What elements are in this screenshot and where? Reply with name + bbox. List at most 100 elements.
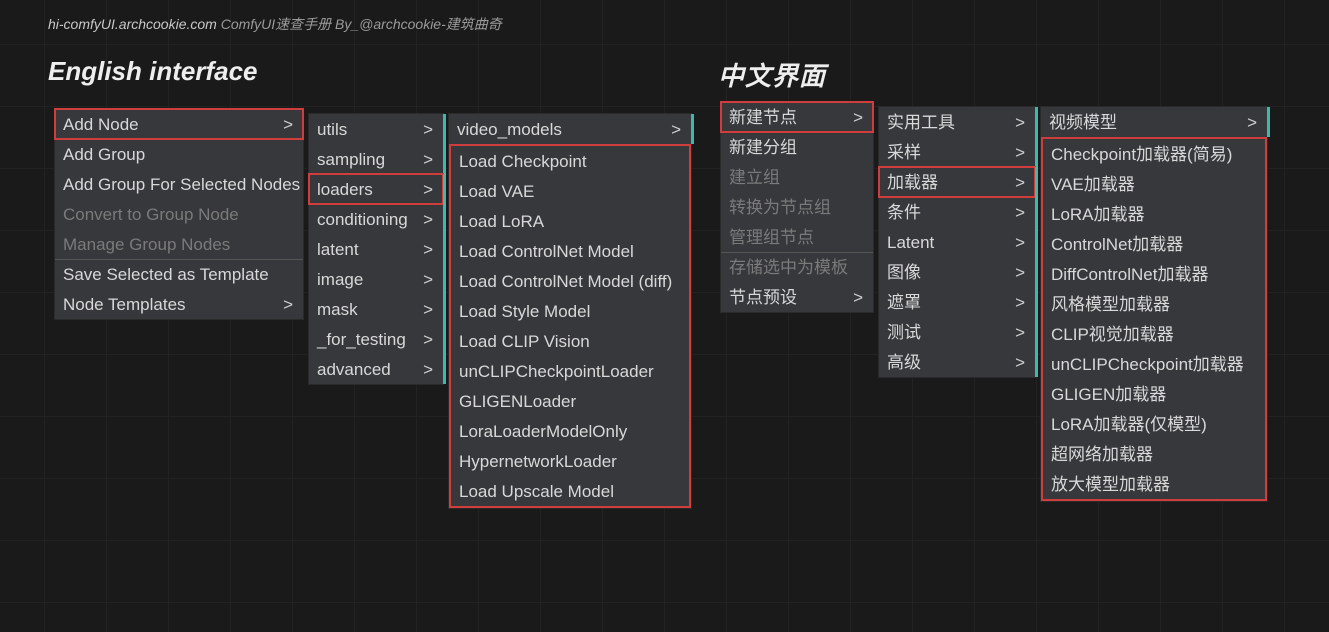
loader-item[interactable]: Load Style Model (451, 296, 689, 326)
loader-item[interactable]: Checkpoint加载器(简易) (1043, 139, 1265, 169)
loader-item[interactable]: Load VAE (451, 176, 689, 206)
menu-item-label: 新建分组 (729, 139, 797, 156)
loader-item[interactable]: Load Checkpoint (451, 146, 689, 176)
category-item[interactable]: _for_testing> (309, 324, 443, 354)
loader-item[interactable]: Load LoRA (451, 206, 689, 236)
chevron-right-icon: > (853, 109, 863, 126)
loader-item[interactable]: Load ControlNet Model (diff) (451, 266, 689, 296)
menu-item-label: 高级 (887, 354, 921, 371)
context-item[interactable]: Add Node> (55, 109, 303, 139)
chevron-right-icon: > (423, 211, 433, 228)
loader-item[interactable]: unCLIPCheckpoint加载器 (1043, 349, 1265, 379)
menu-item-label: image (317, 271, 363, 288)
menu-item-label: 条件 (887, 204, 921, 221)
category-item[interactable]: loaders> (309, 174, 443, 204)
menu-item-label: 风格模型加载器 (1051, 296, 1170, 313)
category-item[interactable]: Latent> (879, 227, 1035, 257)
loader-item[interactable]: VAE加载器 (1043, 169, 1265, 199)
chevron-right-icon: > (423, 301, 433, 318)
menu-item-label: 图像 (887, 264, 921, 281)
context-item[interactable]: Add Group (55, 139, 303, 169)
chevron-right-icon: > (1015, 204, 1025, 221)
submenu-header[interactable]: video_models> (449, 114, 691, 144)
loader-item[interactable]: LoRA加载器 (1043, 199, 1265, 229)
chevron-right-icon: > (1015, 264, 1025, 281)
chevron-right-icon: > (423, 151, 433, 168)
loader-item[interactable]: ControlNet加载器 (1043, 229, 1265, 259)
accent-bar (443, 114, 446, 144)
menu-item-label: HypernetworkLoader (459, 453, 617, 470)
menu-item-label: VAE加载器 (1051, 176, 1135, 193)
menu-item-label: utils (317, 121, 347, 138)
site-tagline: ComfyUI速查手册 By_@archcookie-建筑曲奇 (217, 16, 502, 32)
category-item[interactable]: 加载器> (879, 167, 1035, 197)
loader-item[interactable]: Load CLIP Vision (451, 326, 689, 356)
category-item[interactable]: sampling > (309, 144, 443, 174)
category-item[interactable]: conditioning > (309, 204, 443, 234)
context-item[interactable]: Add Group For Selected Nodes (55, 169, 303, 199)
menu-item-label: conditioning (317, 211, 408, 228)
loader-item[interactable]: CLIP视觉加载器 (1043, 319, 1265, 349)
context-item[interactable]: 新建节点> (721, 102, 873, 132)
menu-item-label: mask (317, 301, 358, 318)
category-item[interactable]: 采样> (879, 137, 1035, 167)
loader-item[interactable]: 放大模型加载器 (1043, 469, 1265, 499)
menu-item-label: sampling (317, 151, 385, 168)
menu-item-label: Load VAE (459, 183, 534, 200)
category-item[interactable]: image > (309, 264, 443, 294)
menu-item-label: 存储选中为模板 (729, 259, 848, 276)
chevron-right-icon: > (423, 121, 433, 138)
chevron-right-icon: > (853, 289, 863, 306)
loader-item[interactable]: HypernetworkLoader (451, 446, 689, 476)
loader-item[interactable]: GLIGENLoader (451, 386, 689, 416)
menu-item-label: Load ControlNet Model (459, 243, 634, 260)
chevron-right-icon: > (671, 121, 681, 138)
chevron-right-icon: > (423, 241, 433, 258)
menu-item-label: Add Group For Selected Nodes (63, 176, 300, 193)
loader-item[interactable]: 风格模型加载器 (1043, 289, 1265, 319)
menu-item-label: Add Group (63, 146, 145, 163)
menu-item-label: Manage Group Nodes (63, 236, 230, 253)
loader-item[interactable]: Load Upscale Model (451, 476, 689, 506)
menu-item-label: Load Upscale Model (459, 483, 614, 500)
page-header: hi-comfyUI.archcookie.com ComfyUI速查手册 By… (48, 14, 502, 34)
accent-bar (1035, 347, 1038, 377)
category-item[interactable]: 高级> (879, 347, 1035, 377)
accent-bar (1035, 167, 1038, 197)
menu-item-label: GLIGENLoader (459, 393, 576, 410)
accent-bar (691, 114, 694, 144)
loader-item[interactable]: LoraLoaderModelOnly (451, 416, 689, 446)
context-item[interactable]: Node Templates> (55, 289, 303, 319)
category-item[interactable]: 遮罩> (879, 287, 1035, 317)
menu-item-label: Latent (887, 234, 934, 251)
category-item[interactable]: latent> (309, 234, 443, 264)
loader-item[interactable]: Load ControlNet Model (451, 236, 689, 266)
loader-item[interactable]: 超网络加载器 (1043, 439, 1265, 469)
category-item[interactable]: utils > (309, 114, 443, 144)
loader-item[interactable]: LoRA加载器(仅模型) (1043, 409, 1265, 439)
menu-item-label: unCLIPCheckpoint加载器 (1051, 356, 1244, 373)
menu-item-label: 测试 (887, 324, 921, 341)
category-menu-cn: 实用工具>采样>加载器> 条件 > Latent> 图像 > 遮罩>测试>高级> (878, 106, 1036, 378)
loader-item[interactable]: DiffControlNet加载器 (1043, 259, 1265, 289)
accent-bar (443, 324, 446, 354)
menu-item-label: _for_testing (317, 331, 406, 348)
accent-bar (1035, 227, 1038, 257)
category-item[interactable]: 条件 > (879, 197, 1035, 227)
category-item[interactable]: 实用工具> (879, 107, 1035, 137)
category-item[interactable]: advanced> (309, 354, 443, 384)
category-item[interactable]: 图像 > (879, 257, 1035, 287)
context-item[interactable]: Save Selected as Template (55, 259, 303, 289)
chevron-right-icon: > (423, 271, 433, 288)
context-item[interactable]: 新建分组 (721, 132, 873, 162)
loader-item[interactable]: unCLIPCheckpointLoader (451, 356, 689, 386)
loader-item[interactable]: GLIGEN加载器 (1043, 379, 1265, 409)
menu-item-label: LoraLoaderModelOnly (459, 423, 627, 440)
category-item[interactable]: 测试> (879, 317, 1035, 347)
chevron-right-icon: > (283, 296, 293, 313)
category-item[interactable]: mask > (309, 294, 443, 324)
submenu-header[interactable]: 视频模型> (1041, 107, 1267, 137)
context-item[interactable]: 节点预设> (721, 282, 873, 312)
context-menu-cn: 新建节点>新建分组建立组转换为节点组管理组节点存储选中为模板节点预设> (720, 101, 874, 313)
chevron-right-icon: > (423, 181, 433, 198)
